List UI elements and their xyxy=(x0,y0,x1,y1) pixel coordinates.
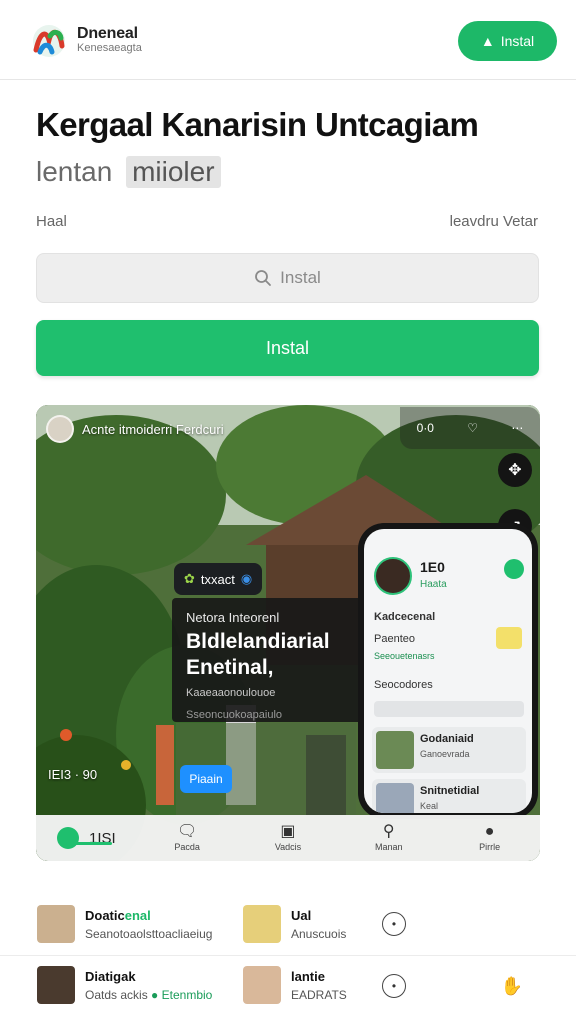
active-indicator xyxy=(66,842,112,845)
media-preview[interactable]: Acnte itmoiderri Ferdcuri 0·0 ♡ ⋯ ✥ ↗ ✿ … xyxy=(36,405,540,861)
avatar xyxy=(374,557,412,595)
emoji-badge xyxy=(496,627,522,649)
phone-mockup: 1E0 Haata Kadcecenal Paenteo Seeouetenas… xyxy=(358,523,538,819)
status-dot xyxy=(504,559,524,579)
title-accent: enal xyxy=(124,907,151,923)
media-caption-text: Acnte itmoiderri Ferdcuri xyxy=(82,421,224,437)
list-item-title: lantie xyxy=(291,968,325,984)
phone-line-3: Seocodores xyxy=(374,679,433,691)
avatar xyxy=(37,966,75,1004)
tag-chip-label: txxact xyxy=(200,571,235,587)
install-button-header[interactable]: ▲ Instal xyxy=(458,21,557,61)
list-item: Godaniaid Ganoevrada xyxy=(372,727,526,773)
avatar xyxy=(46,415,74,443)
search-icon: ⚲ xyxy=(382,823,395,840)
search-placeholder: Instal xyxy=(280,268,321,287)
page-title: Kergaal Kanarisin Untcagiam xyxy=(36,106,479,143)
phone-line-1: Kadcecenal xyxy=(374,611,436,623)
divider xyxy=(0,955,576,956)
subtitle-chip: miioler xyxy=(126,156,221,188)
profile-icon: ● xyxy=(484,823,495,840)
list-item-title: Doaticenal xyxy=(85,908,212,923)
verified-icon: ◉ xyxy=(240,571,253,586)
nav-label: Pacda xyxy=(174,842,200,852)
meta-left-label: Haal xyxy=(36,213,67,230)
feature-sub: Kaaeaaonoulouoe xyxy=(186,687,276,699)
phone-screen: 1E0 Haata Kadcecenal Paenteo Seeouetenas… xyxy=(364,529,532,813)
thumbnail xyxy=(376,783,414,813)
tag-chip[interactable]: ✿ txxact ◉ xyxy=(174,563,263,595)
feature-sub-2: Sseoncuokoapaiulo xyxy=(186,709,283,721)
inbox-icon: ▣ xyxy=(280,823,296,840)
list-item[interactable]: Doaticenal Seanotoaolsttoacliaeiug xyxy=(37,905,212,943)
list-item-sub: Anuscuois xyxy=(291,926,347,941)
more-icon[interactable]: ⋯ xyxy=(511,421,523,435)
feature-heading: Bldlelandiarial Enetinal, xyxy=(186,630,330,679)
feature-kicker: Netora Inteorenl xyxy=(186,610,280,625)
search-field[interactable]: Instal xyxy=(36,253,539,303)
list-item: Snitnetidial Keal xyxy=(372,779,526,813)
phone-user-sub: Haata xyxy=(420,579,447,590)
nav-item-home[interactable]: 1ISI xyxy=(36,827,137,849)
phone-line-2: Paenteo xyxy=(374,633,415,645)
nav-item-search[interactable]: ⚲ Manan xyxy=(338,823,439,853)
home-icon xyxy=(57,827,80,849)
phone-search-bar xyxy=(374,701,524,717)
list-item[interactable]: Diatigak Oatds ackis ● Etenmbio xyxy=(37,966,212,1004)
install-button-label: Instal xyxy=(500,33,535,49)
list-item[interactable]: lantie EADRATS xyxy=(243,966,347,1004)
phone-row-sub: Ganoevrada xyxy=(420,749,470,759)
app-logo-icon xyxy=(33,25,65,57)
list-item-sub: Seanotoaolsttoacliaeiug xyxy=(85,926,213,941)
media-footer-text: IEI3 · 90 xyxy=(48,767,98,782)
leaf-icon: ✿ xyxy=(184,571,195,586)
bottom-nav: 1ISI 🗨 Pacda ▣ Vadcis ⚲ Manan ● Pirrle xyxy=(36,815,540,861)
media-count: 0·0 xyxy=(416,421,434,435)
list-item-sub: EADRATS xyxy=(291,987,347,1002)
phone-user-name: 1E0 xyxy=(420,559,445,575)
phone-row-sub: Keal xyxy=(420,801,439,811)
avatar xyxy=(243,905,281,943)
status-badge-label: Etenmbio xyxy=(161,987,213,1002)
heart-icon[interactable]: ♡ xyxy=(467,421,478,435)
nav-label: Vadcis xyxy=(274,842,302,852)
thumbs-up-icon[interactable]: ✋ xyxy=(500,974,524,998)
phone-row-title: Snitnetidial xyxy=(420,785,480,797)
status-badge: ● Etenmbio xyxy=(151,987,213,1002)
avatar xyxy=(37,905,75,943)
more-options-icon[interactable]: • xyxy=(382,912,406,936)
nav-item-inbox[interactable]: ▣ Vadcis xyxy=(238,823,339,853)
thumbs-up-icon: ▲ xyxy=(480,33,495,49)
sub-text: Oatds ackis xyxy=(85,987,148,1002)
more-options-icon[interactable]: • xyxy=(382,974,406,998)
media-caption: Acnte itmoiderri Ferdcuri xyxy=(46,415,224,443)
meta-right-link[interactable]: leavdru Vetar xyxy=(450,213,538,230)
chat-icon: 🗨 xyxy=(177,823,198,840)
brand-title: Dneneal xyxy=(77,25,138,42)
phone-row-title: Godaniaid xyxy=(420,733,474,745)
phone-tag: Seeouetenasrs xyxy=(374,651,435,661)
media-toolbar: 0·0 ♡ ⋯ xyxy=(400,407,540,449)
subtitle-text: lentan xyxy=(36,156,113,187)
avatar xyxy=(243,966,281,1004)
expand-icon[interactable]: ✥ xyxy=(498,453,532,487)
nav-label: Manan xyxy=(375,842,403,852)
nav-label: Pirrle xyxy=(479,842,501,852)
list-item-title: Diatigak xyxy=(85,968,136,984)
list-item-sub: Oatds ackis ● Etenmbio xyxy=(85,988,212,1002)
thumbnail xyxy=(376,731,414,769)
play-button[interactable]: Piaain xyxy=(180,765,232,793)
nav-item-profile[interactable]: ● Pirrle xyxy=(439,823,540,853)
brand-subtitle: Kenesaeagta xyxy=(77,42,142,54)
list-item[interactable]: Ual Anuscuois xyxy=(243,905,346,943)
search-icon xyxy=(255,270,272,286)
install-button-main[interactable]: Instal xyxy=(36,320,539,376)
title-part: Doatic xyxy=(85,907,125,923)
feature-card[interactable]: Netora Inteorenl Bldlelandiarial Enetina… xyxy=(172,598,362,722)
page-subtitle: lentan miioler xyxy=(36,156,221,188)
nav-item-chat[interactable]: 🗨 Pacda xyxy=(137,823,238,853)
top-bar: Dneneal Kenesaeagta ▲ Instal xyxy=(0,0,576,80)
list-item-title: Ual xyxy=(291,907,312,923)
